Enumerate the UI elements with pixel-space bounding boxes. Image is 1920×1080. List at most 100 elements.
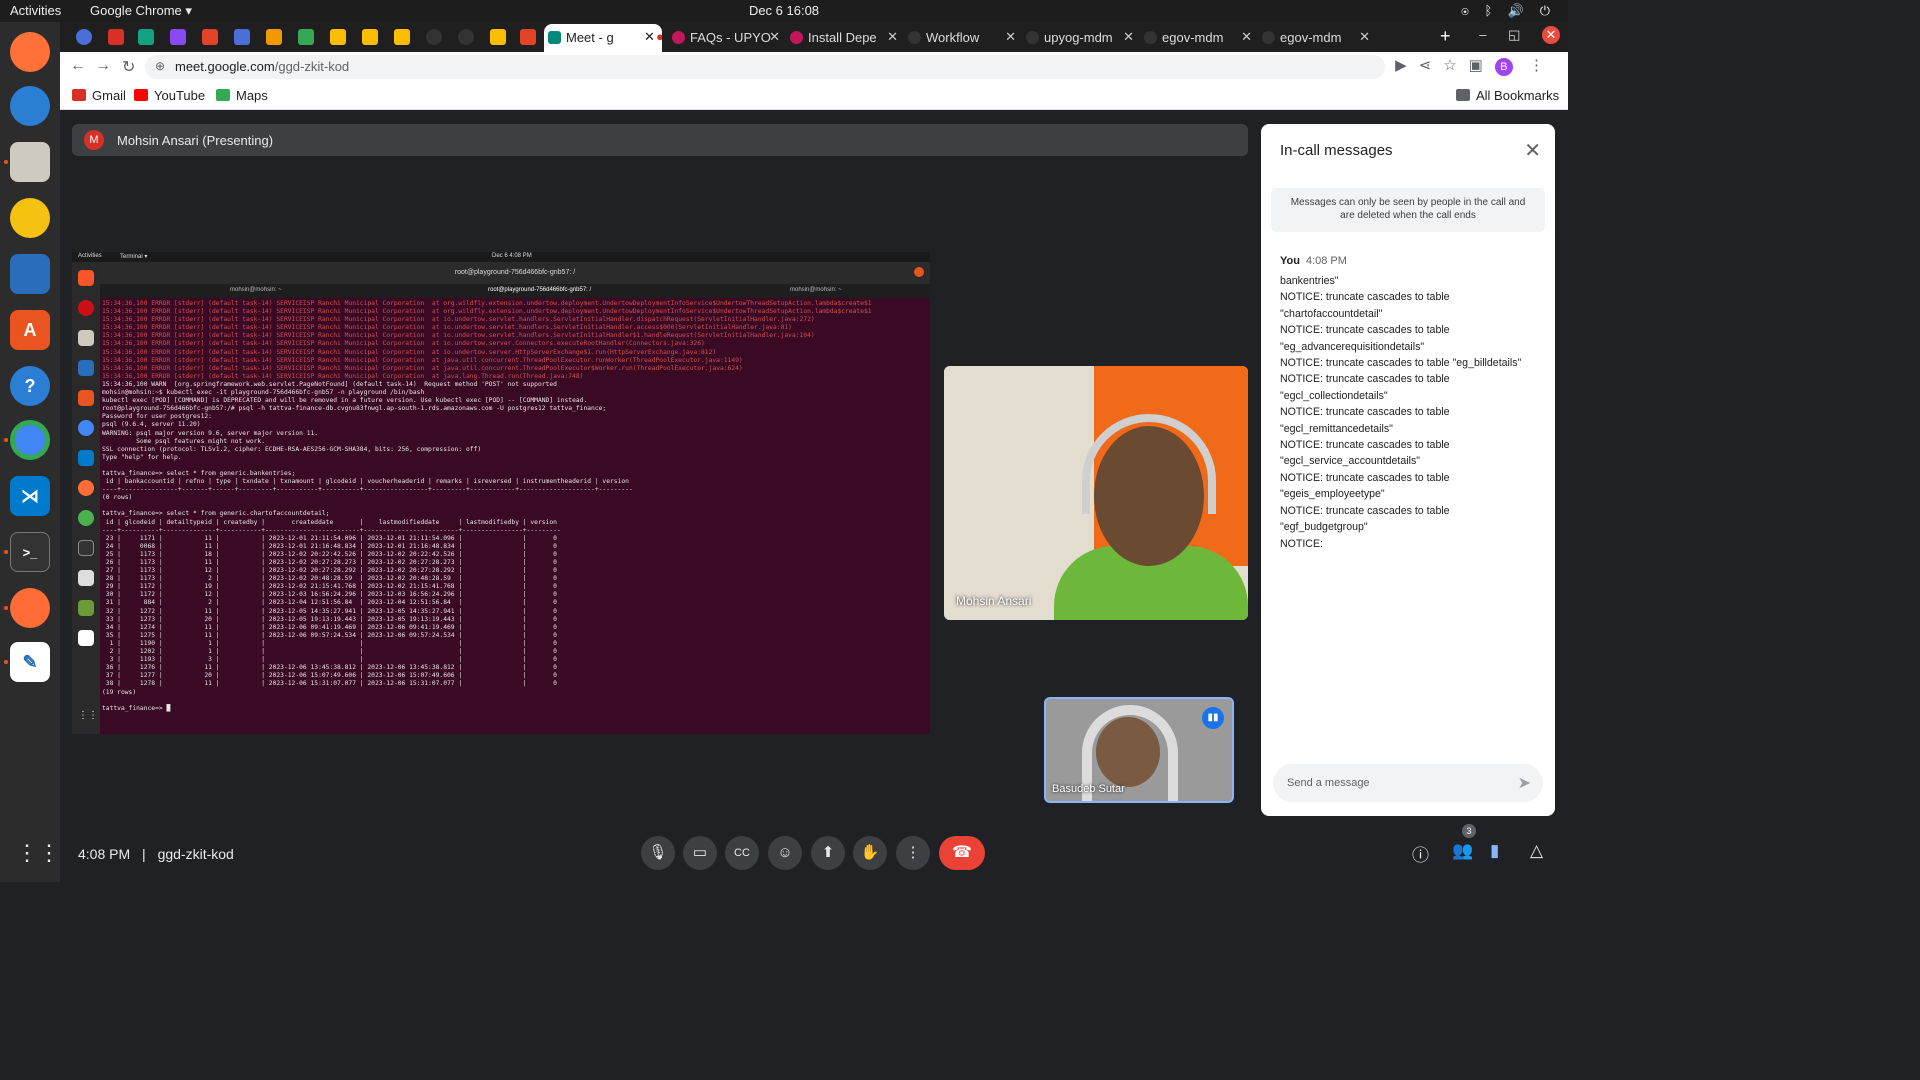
activities-button[interactable]: Activities xyxy=(10,3,61,18)
present-button[interactable]: ⬆ xyxy=(811,836,845,870)
forward-button[interactable]: → xyxy=(95,57,111,75)
chrome-menu-icon[interactable]: ⋮ xyxy=(1529,57,1556,74)
close-panel-button[interactable]: ✕ xyxy=(1524,138,1541,163)
camera-button[interactable]: ▭ xyxy=(683,836,717,870)
terminal-tabs: mohsin@mohsin: ~ root@playground-756d466… xyxy=(100,284,930,298)
share-icon[interactable]: ⋖ xyxy=(1419,57,1444,74)
pinned-tab-icon[interactable] xyxy=(330,29,346,45)
tab-workflow[interactable]: Workflow ✕ xyxy=(904,24,1020,52)
gitlab-pinned-icon[interactable] xyxy=(202,29,218,45)
video-tile-self[interactable]: ▮▮ Basudeb Sutar xyxy=(1044,697,1234,803)
terminal-line: Type "help" for help. xyxy=(102,453,182,461)
pinned-tab-icon[interactable] xyxy=(298,29,314,45)
close-tab-icon[interactable]: ✕ xyxy=(887,29,898,45)
pinned-tab-icon[interactable] xyxy=(490,29,506,45)
bookmark-gmail[interactable]: Gmail xyxy=(72,88,126,103)
app-icon xyxy=(78,510,94,526)
system-clock[interactable]: Dec 6 16:08 xyxy=(0,3,1568,18)
meeting-details-icon[interactable]: ⓘ xyxy=(1412,841,1429,866)
rhythmbox-icon[interactable] xyxy=(10,198,50,238)
tab-egov-mdm[interactable]: egov-mdm ✕ xyxy=(1258,24,1374,52)
new-tab-button[interactable]: + xyxy=(1440,26,1451,47)
tab-faqs[interactable]: FAQs - UPYO ✕ xyxy=(668,24,784,52)
terminal-line: 31 | 884 | 2 | | 2023-12-04 12:51:56.84 … xyxy=(102,599,557,607)
gmail-pinned-icon[interactable] xyxy=(108,29,124,45)
terminal-line: ----+----------+--------------+---------… xyxy=(102,526,561,534)
more-options-button[interactable]: ⋮ xyxy=(896,836,930,870)
pinned-tab-icon[interactable] xyxy=(76,29,92,45)
terminal-tab: mohsin@mohsin: ~ xyxy=(230,287,282,293)
bookmark-youtube[interactable]: YouTube xyxy=(134,88,205,103)
chrome-icon[interactable] xyxy=(10,420,50,460)
pinned-tab-icon[interactable] xyxy=(394,29,410,45)
send-icon[interactable]: ➤ xyxy=(1518,773,1531,793)
gitlab-pinned-icon[interactable] xyxy=(520,29,536,45)
close-window-button[interactable]: ✕ xyxy=(1542,26,1560,44)
back-button[interactable]: ← xyxy=(70,57,86,75)
tab-upyog-mdm[interactable]: upyog-mdm ✕ xyxy=(1022,24,1138,52)
close-tab-icon[interactable]: ✕ xyxy=(1241,29,1252,45)
bookmark-maps[interactable]: Maps xyxy=(216,88,268,103)
link-pinned-icon[interactable] xyxy=(234,29,250,45)
software-center-icon[interactable]: A xyxy=(10,310,50,350)
end-call-button[interactable]: ☎ xyxy=(939,836,985,870)
in-call-messages-panel: In-call messages ✕ Messages can only be … xyxy=(1261,124,1555,816)
terminal-icon[interactable]: >_ xyxy=(10,532,50,572)
message-time: 4:08 PM xyxy=(1305,255,1347,267)
chat-icon[interactable]: ▮ xyxy=(1490,841,1499,861)
pinned-tab-icon[interactable] xyxy=(362,29,378,45)
files-icon[interactable] xyxy=(10,142,50,182)
terminal-line: id | glcodeid | detailtypeid | createdby… xyxy=(102,518,557,526)
message-input[interactable]: Send a message ➤ xyxy=(1273,764,1543,802)
close-tab-icon[interactable]: ✕ xyxy=(1005,29,1016,45)
writer-icon[interactable] xyxy=(10,254,50,294)
github-pinned-icon[interactable] xyxy=(458,29,474,45)
github-pinned-icon[interactable] xyxy=(426,29,442,45)
show-apps-icon: ⋮⋮ xyxy=(78,710,98,721)
video-tile-presenter[interactable]: Mohsin Ansari xyxy=(944,366,1248,620)
emoji-button[interactable]: ☺ xyxy=(768,836,802,870)
presenter-name: Mohsin Ansari (Presenting) xyxy=(117,133,274,148)
close-tab-icon[interactable]: ✕ xyxy=(1123,29,1134,45)
bookmark-label: Maps xyxy=(236,88,268,103)
shared-screen[interactable]: Activities Terminal ▾ Dec 6 4:08 PM ⋮⋮ r… xyxy=(72,252,930,734)
profile-avatar[interactable]: B xyxy=(1494,58,1513,76)
close-tab-icon[interactable]: ✕ xyxy=(769,29,780,45)
raise-hand-button[interactable]: ✋ xyxy=(853,836,887,870)
running-indicator xyxy=(4,550,8,554)
pinned-tab-icon[interactable] xyxy=(266,29,282,45)
postman-icon[interactable] xyxy=(10,588,50,628)
maximize-button[interactable]: ◱ xyxy=(1508,27,1520,42)
firefox-icon[interactable] xyxy=(10,32,50,72)
message-line: NOTICE: truncate cascades to table "eg_b… xyxy=(1280,357,1522,370)
captions-button[interactable]: CC xyxy=(725,836,759,870)
tab-install[interactable]: Install Depe ✕ xyxy=(786,24,902,52)
activities-icon[interactable]: △ xyxy=(1530,841,1543,861)
chatgpt-pinned-icon[interactable] xyxy=(138,29,154,45)
side-panel-icon[interactable]: ▣ xyxy=(1469,57,1495,74)
vscode-icon[interactable]: ⋊ xyxy=(10,476,50,516)
microphone-button[interactable]: 🎙 xyxy=(641,836,675,870)
running-indicator xyxy=(4,438,8,442)
gemini-pinned-icon[interactable] xyxy=(170,29,186,45)
close-tab-icon[interactable]: ✕ xyxy=(644,29,655,45)
text-editor-icon[interactable]: ✎ xyxy=(10,642,50,682)
help-icon[interactable]: ? xyxy=(10,366,50,406)
minimize-button[interactable]: – xyxy=(1479,27,1486,42)
terminal-line: tattva_finance=> select * from generic.c… xyxy=(102,510,330,518)
app-menu[interactable]: Google Chrome ▾ xyxy=(90,3,192,19)
tab-egov-mdm[interactable]: egov-mdm ✕ xyxy=(1140,24,1256,52)
terminal-tab: mohsin@mohsin: ~ xyxy=(790,287,842,293)
thunderbird-icon[interactable] xyxy=(10,86,50,126)
system-tray[interactable]: ◉ ᛒ 🔊 ⏻ xyxy=(1461,3,1556,19)
address-bar[interactable]: ⊕ meet.google.com/ggd-zkit-kod xyxy=(145,55,1385,79)
camera-icon[interactable]: ▶ xyxy=(1395,57,1419,74)
site-info-icon[interactable]: ⊕ xyxy=(155,59,165,73)
people-icon[interactable]: 👥 xyxy=(1452,841,1473,861)
message-line: "egcl_collectiondetails" xyxy=(1280,389,1388,402)
all-bookmarks[interactable]: All Bookmarks xyxy=(1456,88,1559,103)
close-tab-icon[interactable]: ✕ xyxy=(1359,29,1370,45)
message-sender: You 4:08 PM xyxy=(1280,255,1347,267)
bookmark-star-icon[interactable]: ☆ xyxy=(1443,57,1468,74)
reload-button[interactable]: ↻ xyxy=(122,57,135,77)
